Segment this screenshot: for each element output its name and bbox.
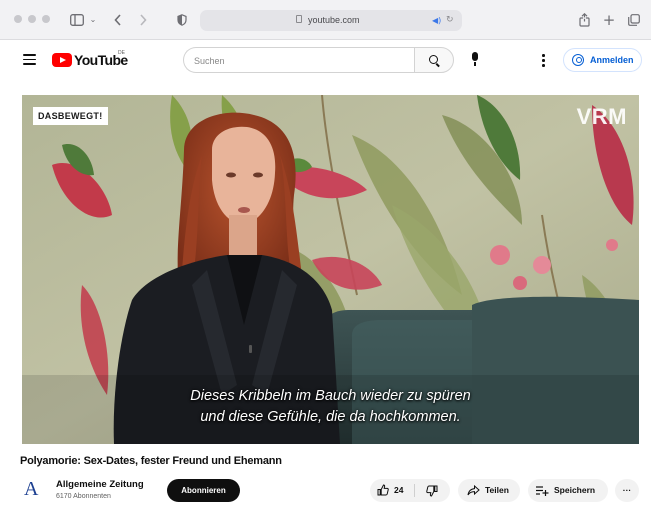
like-count: 24 — [394, 485, 404, 495]
tabs-overview-icon[interactable] — [627, 12, 641, 28]
channel-avatar-glyph: A — [24, 478, 39, 500]
reload-icon[interactable]: ↻ — [446, 14, 454, 27]
logo-country-code: DE — [118, 50, 125, 56]
subscriber-count: 6170 Abonnenten — [56, 493, 111, 500]
more-actions-button[interactable]: ··· — [615, 479, 639, 502]
account-icon — [572, 54, 584, 66]
share-arrow-icon — [467, 479, 480, 504]
minimize-window-button[interactable] — [28, 15, 36, 23]
sidebar-icon[interactable] — [68, 12, 86, 28]
hamburger-menu-icon[interactable] — [23, 54, 36, 65]
more-actions-label: ··· — [622, 485, 632, 495]
video-player[interactable]: DASBEWEGT! VRM Dieses Kribbeln im Bauch … — [22, 95, 639, 444]
address-bar[interactable]: youtube.com ◀) ↻ — [200, 10, 462, 31]
thumbs-up-icon — [377, 479, 389, 504]
share-button[interactable]: Teilen — [458, 479, 520, 502]
add-to-playlist-icon — [536, 479, 549, 504]
chevron-down-icon[interactable]: ⌄ — [88, 12, 98, 28]
zoom-window-button[interactable] — [42, 15, 50, 23]
signin-button[interactable]: Anmelden — [563, 48, 642, 72]
like-dislike-group: 24 — [370, 479, 450, 502]
forward-icon[interactable] — [136, 12, 150, 28]
url-text: youtube.com — [308, 15, 360, 25]
privacy-shield-icon[interactable] — [175, 12, 189, 28]
signin-label: Anmelden — [590, 55, 634, 65]
search-button[interactable] — [414, 47, 454, 73]
youtube-header: YouTube DE Anmelden — [0, 40, 651, 80]
channel-watermark: VRM — [576, 104, 627, 129]
share-icon[interactable] — [577, 12, 591, 28]
youtube-play-icon — [52, 53, 72, 67]
show-badge: DASBEWEGT! — [33, 107, 108, 125]
video-title: Polyamorie: Sex-Dates, fester Freund und… — [20, 455, 282, 467]
new-tab-icon[interactable]: + — [602, 12, 616, 28]
channel-avatar[interactable]: A — [22, 478, 42, 501]
channel-name[interactable]: Allgemeine Zeitung — [56, 479, 144, 490]
search-input[interactable] — [194, 53, 394, 68]
audio-playing-icon[interactable]: ◀) — [432, 14, 441, 27]
lock-icon — [296, 15, 302, 23]
back-icon[interactable] — [111, 12, 125, 28]
save-button[interactable]: Speichern — [528, 479, 608, 502]
search-icon — [429, 55, 438, 64]
share-label: Teilen — [485, 485, 509, 495]
save-label: Speichern — [554, 485, 596, 495]
subtitle-line-1: Dieses Kribbeln im Bauch wieder zu spüre… — [190, 388, 471, 404]
subscribe-button[interactable]: Abonnieren — [167, 479, 240, 502]
browser-toolbar: ⌄ youtube.com ◀) ↻ + — [0, 0, 651, 40]
search-box — [183, 47, 414, 73]
subtitle-line-2: und diese Gefühle, die da hochkommen. — [200, 409, 461, 425]
like-button[interactable]: 24 — [370, 479, 414, 502]
microphone-icon[interactable] — [467, 51, 483, 69]
more-options-icon[interactable] — [537, 53, 549, 67]
thumbs-down-icon — [426, 479, 438, 505]
dislike-button[interactable] — [415, 479, 450, 502]
close-window-button[interactable] — [14, 15, 22, 23]
